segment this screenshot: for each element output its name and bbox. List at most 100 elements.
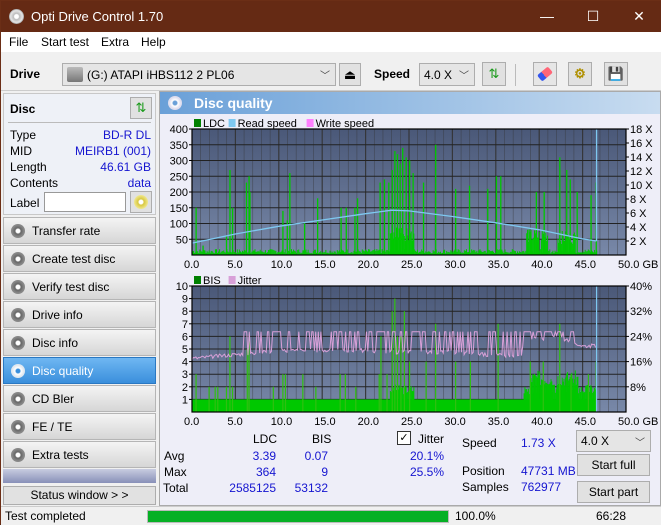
- erase-button[interactable]: [533, 62, 557, 86]
- ldc-spike: [340, 207, 342, 255]
- drive-select-value: (G:) ATAPI iHBS112 2 PL06: [87, 68, 235, 82]
- nav-disc-quality[interactable]: Disc quality: [3, 357, 156, 384]
- nav-disc-info[interactable]: Disc info: [3, 329, 156, 356]
- menu-file[interactable]: File: [9, 35, 28, 49]
- bis-bar: [591, 387, 593, 412]
- disc-label-input[interactable]: [44, 192, 126, 212]
- speed-value: 1.73 X: [521, 436, 556, 450]
- bis-jitter-chart: BIS Jitter 10987654321 40% 32% 24% 16% 8% 0.0 5.0…: [176, 275, 659, 428]
- ldc-bar: [361, 249, 363, 255]
- disc-contents-label: Contents: [10, 176, 59, 190]
- ldc-bar: [571, 242, 573, 255]
- start-part-button[interactable]: Start part: [577, 481, 650, 503]
- ldc-bar: [443, 250, 445, 255]
- test-speed-select[interactable]: 4.0 X ﹀: [576, 430, 651, 452]
- maximize-button[interactable]: ☐: [570, 1, 616, 32]
- nav-extra-tests[interactable]: Extra tests: [3, 441, 156, 468]
- progress-fill: [148, 511, 448, 522]
- ldc-bar: [254, 249, 256, 255]
- bis-bar: [412, 391, 414, 412]
- eject-button[interactable]: ⏏: [339, 63, 361, 86]
- nav-label: Drive info: [32, 308, 83, 322]
- ldc-bar: [199, 249, 201, 255]
- ldc-bar: [329, 250, 331, 255]
- ldc-bar: [244, 250, 246, 255]
- bis-bar: [395, 390, 397, 412]
- ldc-bar: [512, 249, 514, 255]
- toolbar-divider: [515, 64, 516, 86]
- x-tick-label: 20.0: [358, 416, 379, 428]
- bis-bar: [582, 391, 584, 412]
- ldc-bar: [557, 238, 559, 255]
- nav-cd-bler[interactable]: CD Bler: [3, 385, 156, 412]
- ldc-spike: [391, 169, 393, 255]
- ldc-spike: [435, 144, 437, 255]
- start-full-button[interactable]: Start full: [577, 454, 650, 476]
- x-tick-label: 25.0: [401, 416, 422, 428]
- bis-bar: [536, 377, 538, 412]
- ldc-bar: [476, 250, 478, 255]
- bis-bar: [402, 394, 404, 412]
- disc-refresh-button[interactable]: ⇅: [130, 97, 152, 119]
- menu-help[interactable]: Help: [141, 35, 166, 49]
- bis-bar: [526, 389, 528, 412]
- ldc-bar: [401, 227, 403, 255]
- menu-extra[interactable]: Extra: [101, 35, 129, 49]
- bis-bar: [553, 384, 555, 412]
- status-window-button[interactable]: Status window > >: [3, 486, 156, 505]
- menu-bar: File Start test Extra Help: [1, 32, 661, 52]
- minimize-button[interactable]: —: [524, 1, 570, 32]
- panel-title: Disc quality: [194, 95, 273, 111]
- stats-bis-header: BIS: [312, 432, 332, 446]
- ldc-spike: [569, 179, 571, 255]
- bis-bar: [407, 391, 409, 412]
- save-button[interactable]: 💾: [604, 62, 628, 86]
- legend-label: BIS: [203, 275, 221, 287]
- progress-bar: [147, 510, 449, 523]
- bis-bar: [538, 374, 540, 412]
- x-tick-label: 10.0: [271, 259, 292, 271]
- ldc-bar: [215, 249, 217, 255]
- ldc-spike: [527, 229, 529, 255]
- ldc-bar: [588, 250, 590, 255]
- bis-bar: [566, 373, 568, 412]
- bis-bar: [590, 385, 592, 412]
- panel-header: Disc quality: [160, 92, 660, 114]
- settings-button[interactable]: ⚙: [568, 62, 592, 86]
- y-tick-label: 2: [182, 382, 188, 394]
- nav-create-test-disc[interactable]: Create test disc: [3, 245, 156, 272]
- close-button[interactable]: ✕: [616, 1, 661, 32]
- nav-drive-info[interactable]: Drive info: [3, 301, 156, 328]
- nav-transfer-rate[interactable]: Transfer rate: [3, 217, 156, 244]
- bis-bar: [413, 387, 415, 412]
- ldc-spike: [422, 182, 425, 255]
- bis-spike: [339, 374, 341, 412]
- drive-select[interactable]: (G:) ATAPI iHBS112 2 PL06 ﹀: [62, 63, 336, 86]
- x-tick-label: 15.0: [314, 416, 335, 428]
- nav-verify-test-disc[interactable]: Verify test disc: [3, 273, 156, 300]
- ldc-bar: [501, 249, 503, 255]
- stats-max-jitter: 25.5%: [409, 465, 444, 479]
- bis-spike: [455, 361, 457, 412]
- disc-label-button[interactable]: [130, 191, 152, 213]
- bis-bar: [399, 387, 401, 412]
- stats-avg-ldc: 3.39: [252, 449, 276, 463]
- bis-bar: [579, 388, 581, 412]
- ldc-bar: [414, 250, 416, 255]
- ldc-spike: [455, 188, 457, 255]
- ldc-bar: [372, 250, 374, 255]
- bis-bar: [573, 379, 575, 412]
- ldc-bar: [385, 250, 387, 255]
- menu-start-test[interactable]: Start test: [41, 35, 89, 49]
- speed-select[interactable]: 4.0 X ﹀: [419, 63, 475, 86]
- bis-bar: [398, 384, 400, 412]
- refresh-button[interactable]: ⇅: [482, 62, 506, 86]
- bis-bar: [553, 384, 555, 412]
- jitter-checkbox[interactable]: ✓: [397, 431, 411, 445]
- ldc-chart: LDC Read speed Write speed 400 350 300 250 200 1…: [170, 118, 659, 271]
- ldc-bar: [540, 239, 542, 255]
- ldc-bar: [365, 250, 367, 255]
- ldc-spike: [202, 245, 204, 255]
- nav-fe-te[interactable]: FE / TE: [3, 413, 156, 440]
- ldc-bar: [549, 249, 551, 255]
